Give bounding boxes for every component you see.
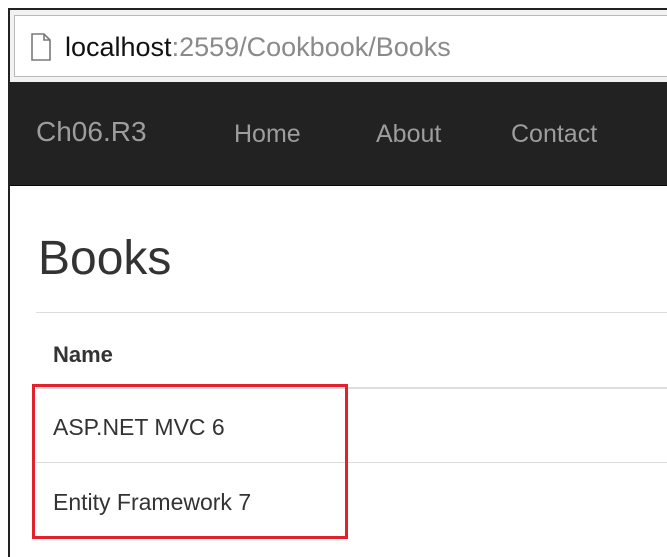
address-bar: localhost:2559/Cookbook/Books bbox=[10, 10, 667, 82]
page-icon bbox=[31, 33, 51, 61]
url-input[interactable]: localhost:2559/Cookbook/Books bbox=[14, 15, 667, 77]
table-header-name: Name bbox=[53, 342, 113, 367]
table-cell-name: Entity Framework 7 bbox=[53, 489, 252, 515]
url-host: localhost bbox=[65, 32, 172, 62]
page-title: Books bbox=[38, 232, 172, 285]
nav-link-contact[interactable]: Contact bbox=[511, 118, 597, 150]
table-row: ASP.NET MVC 6 bbox=[36, 388, 667, 463]
nav-link-home[interactable]: Home bbox=[234, 118, 301, 150]
browser-window: localhost:2559/Cookbook/Books Ch06.R3 Ho… bbox=[8, 8, 667, 557]
navbar: Ch06.R3 Home About Contact bbox=[10, 82, 667, 186]
navbar-brand[interactable]: Ch06.R3 bbox=[36, 114, 147, 150]
url-path: :2559/Cookbook/Books bbox=[171, 32, 451, 62]
title-divider bbox=[36, 312, 667, 313]
table-row: Entity Framework 7 bbox=[36, 463, 667, 538]
table-cell-name: ASP.NET MVC 6 bbox=[53, 414, 225, 440]
nav-link-about[interactable]: About bbox=[376, 118, 441, 150]
url-text[interactable]: localhost:2559/Cookbook/Books bbox=[65, 31, 451, 63]
